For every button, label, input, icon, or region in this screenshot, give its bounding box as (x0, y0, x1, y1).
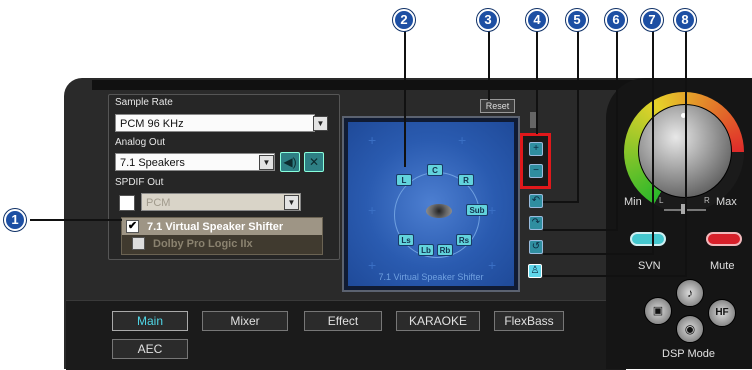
game-mode-button[interactable]: ◉ (676, 315, 704, 343)
callout-line-3 (488, 30, 490, 100)
tab-main[interactable]: Main (112, 311, 188, 331)
rotate-right-icon: ↷ (531, 217, 541, 228)
speaker-field[interactable]: + + + + + + L C R Sub Ls Lb Rb Rs 7.1 Vi… (348, 122, 514, 286)
callout-badge-2: 2 (393, 9, 415, 31)
callout-line-8 (685, 30, 687, 276)
chevron-down-icon[interactable]: ▼ (313, 116, 328, 131)
spdif-out-label: SPDIF Out (115, 177, 164, 188)
speaker-front-right[interactable]: R (458, 174, 474, 186)
grid-plus-icon: + (368, 202, 377, 218)
min-label: Min (624, 196, 642, 208)
reset-button[interactable]: Reset (480, 99, 515, 113)
spdif-checkbox[interactable] (119, 195, 135, 211)
zoom-out-button[interactable]: − (529, 164, 543, 178)
chevron-down-icon[interactable]: ▼ (284, 195, 299, 210)
check-icon[interactable]: ✔ (126, 220, 139, 233)
callout-badge-1: 1 (4, 209, 26, 231)
mute-label: Mute (710, 260, 735, 272)
svn-button[interactable] (630, 232, 666, 246)
rotate-left-button[interactable]: ↶ (529, 194, 543, 208)
balance-left-label: L (659, 196, 664, 205)
svn-label: SVN (638, 260, 661, 272)
speaker-side-right[interactable]: Rs (456, 234, 472, 246)
speaker-config-button[interactable]: ✕ (304, 152, 324, 172)
listener-head-icon[interactable] (426, 204, 452, 218)
speaker-shifter-button[interactable]: ♙ (528, 264, 542, 278)
music-note-icon: ♪ (687, 286, 693, 300)
callout-line-4 (536, 30, 538, 134)
dsp-mode-cluster: ♪ ▣ HF ◉ (640, 279, 746, 351)
hifi-mode-button[interactable]: HF (708, 299, 736, 327)
sample-rate-label: Sample Rate (115, 97, 173, 108)
speaker-center[interactable]: C (427, 164, 443, 176)
max-label: Max (716, 196, 737, 208)
rotate-right-button[interactable]: ↷ (529, 216, 543, 230)
tab-mixer[interactable]: Mixer (202, 311, 288, 331)
callout-badge-8: 8 (674, 9, 696, 31)
tab-flexbass[interactable]: FlexBass (494, 311, 564, 331)
grid-plus-icon: + (368, 132, 377, 148)
chevron-down-icon[interactable]: ▼ (259, 155, 274, 170)
tab-karaoke[interactable]: KARAOKE (396, 311, 480, 331)
callout-badge-4: 4 (526, 9, 548, 31)
tools-icon: ✕ (308, 155, 320, 169)
callout-line-6 (616, 30, 618, 230)
balance-right-label: R (704, 196, 710, 205)
speaker-icon: ◀) (283, 155, 297, 169)
gamepad-icon: ◉ (684, 322, 696, 336)
spdif-options-list: ✔ 7.1 Virtual Speaker Shifter Dolby Pro … (121, 217, 323, 255)
callout-line-6-h (543, 229, 618, 231)
tab-aec[interactable]: AEC (112, 339, 188, 359)
callout-line-7-h (543, 253, 654, 255)
zoom-in-button[interactable]: + (529, 142, 543, 156)
rotate-icon: ↺ (531, 241, 541, 252)
callout-line-8-h (543, 275, 687, 277)
music-mode-button[interactable]: ♪ (676, 279, 704, 307)
speaker-stage: + + + + + + L C R Sub Ls Lb Rb Rs 7.1 Vi… (342, 116, 520, 292)
callout-badge-5: 5 (566, 9, 588, 31)
speaker-back-right[interactable]: Rb (437, 244, 453, 256)
movie-mode-button[interactable]: ▣ (644, 297, 672, 325)
speaker-test-button[interactable]: ◀) (280, 152, 300, 172)
grid-plus-icon: + (488, 257, 497, 273)
grid-plus-icon: + (368, 257, 377, 273)
callout-badge-7: 7 (641, 9, 663, 31)
speaker-back-left[interactable]: Lb (418, 244, 434, 256)
option-label: Dolby Pro Logic IIx (153, 237, 253, 250)
speaker-side-left[interactable]: Ls (398, 234, 414, 246)
sample-rate-select[interactable]: PCM 96 KHz (115, 114, 315, 132)
spdif-out-select[interactable]: PCM (141, 193, 301, 211)
rotate-reset-button[interactable]: ↺ (529, 240, 543, 254)
speaker-front-left[interactable]: L (396, 174, 412, 186)
checkbox[interactable] (132, 237, 145, 250)
dsp-mode-label: DSP Mode (662, 348, 715, 360)
option-row-dolby[interactable]: Dolby Pro Logic IIx (122, 235, 322, 252)
person-icon: ♙ (530, 265, 540, 276)
option-label: 7.1 Virtual Speaker Shifter (147, 220, 284, 233)
hf-icon: HF (715, 307, 729, 318)
callout-badge-6: 6 (605, 9, 627, 31)
film-icon: ▣ (652, 305, 664, 317)
callout-line-5-h (543, 201, 579, 203)
grid-plus-icon: + (458, 132, 467, 148)
analog-out-label: Analog Out (115, 137, 166, 148)
callout-line-1 (30, 219, 122, 221)
callout-line-7 (652, 30, 654, 254)
callout-line-5 (577, 30, 579, 202)
callout-line-2 (404, 30, 406, 167)
stage-caption: 7.1 Virtual Speaker Shifter (378, 272, 484, 282)
callout-badge-3: 3 (477, 9, 499, 31)
grid-plus-icon: + (488, 202, 497, 218)
rotate-left-icon: ↶ (531, 195, 541, 206)
tab-effect[interactable]: Effect (304, 311, 382, 331)
speaker-subwoofer[interactable]: Sub (466, 204, 488, 216)
mute-button[interactable] (706, 232, 742, 246)
option-row-virtual-speaker[interactable]: ✔ 7.1 Virtual Speaker Shifter (122, 218, 322, 235)
analog-out-select[interactable]: 7.1 Speakers (115, 153, 275, 171)
